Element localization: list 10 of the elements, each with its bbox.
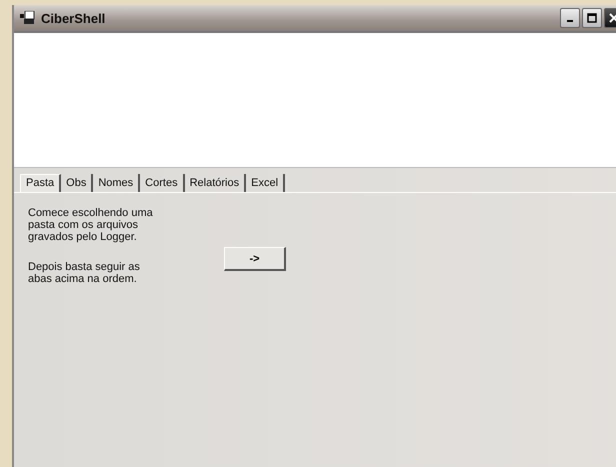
tab[interactable]: Relatórios [184,174,246,192]
tab[interactable]: Obs [61,174,94,192]
window-title: CiberShell [41,10,106,26]
tab[interactable]: Cortes [140,174,185,192]
instruction-text: Depois basta seguir as abas acima na ordem. [28,261,141,285]
tab[interactable]: Excel [246,174,286,192]
tab[interactable]: Nomes [93,174,140,192]
tab[interactable]: Pasta [20,174,62,192]
instruction-text: Comece escolhendo uma pasta com os arquivos gravados pelo Logger. [28,207,154,243]
next-button[interactable]: -> [224,247,286,271]
